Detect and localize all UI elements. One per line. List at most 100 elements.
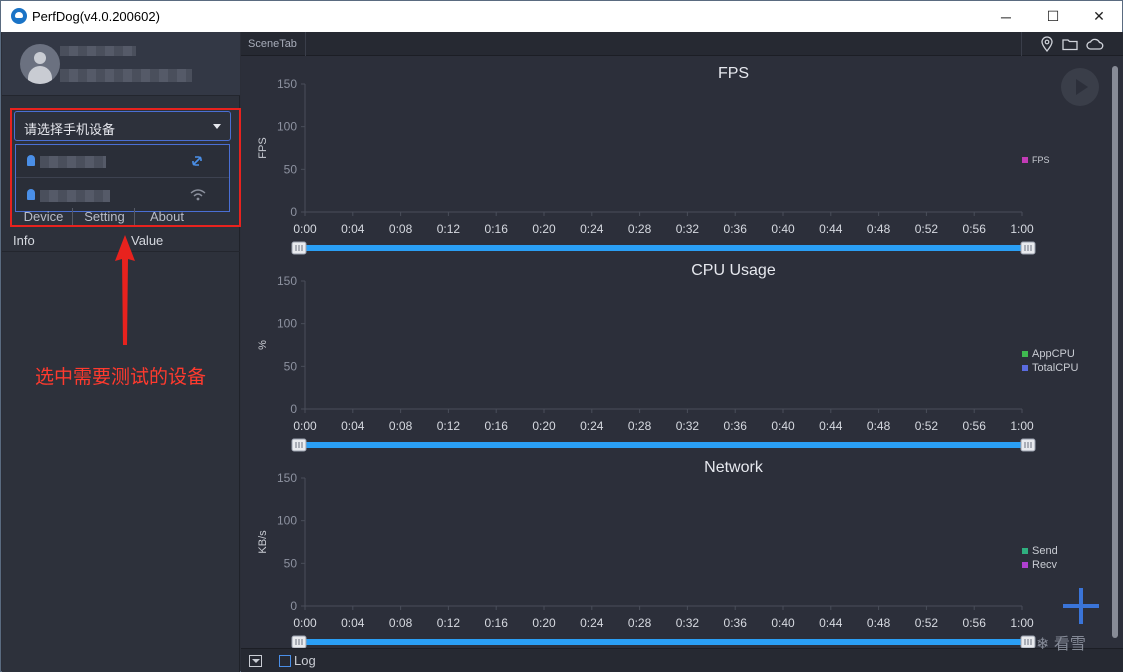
legend-swatch [1022,351,1028,357]
x-tick-label: 0:00 [293,419,317,433]
annotation-arrow [115,235,135,345]
x-tick-label: 0:28 [628,222,652,236]
close-button[interactable]: ✕ [1076,1,1122,32]
x-tick-label: 0:36 [724,419,748,433]
play-button[interactable] [1061,68,1099,106]
x-tick-label: 0:44 [819,419,843,433]
x-tick-label: 0:08 [389,419,413,433]
x-tick-label: 0:08 [389,616,413,630]
avatar-head [34,52,46,64]
x-tick-label: 0:24 [580,616,604,630]
x-tick-label: 0:56 [963,616,987,630]
legend-swatch [1022,157,1028,163]
x-tick-label: 0:48 [867,222,891,236]
time-range-slider [299,639,1028,645]
time-range-slider [299,442,1028,448]
annotation-text: 选中需要测试的设备 [35,367,207,388]
x-tick-label: 0:40 [771,222,795,236]
y-tick-label: 0 [290,599,297,613]
location-pin-icon[interactable] [1039,36,1055,52]
x-tick-label: 1:00 [1010,616,1034,630]
x-tick-label: 0:32 [676,616,700,630]
collapse-toggle-button[interactable] [249,655,262,667]
chart-title: CPU Usage [691,262,776,279]
x-tick-label: 0:12 [437,222,461,236]
user-profile [2,32,240,96]
x-tick-label: 0:28 [628,419,652,433]
y-tick-label: 100 [277,514,297,528]
legend-label: AppCPU [1032,348,1075,360]
scrollbar-thumb[interactable] [1112,66,1118,638]
log-checkbox[interactable] [279,655,291,667]
avatar[interactable] [20,44,60,84]
y-tick-label: 50 [284,359,298,373]
y-tick-label: 0 [290,205,297,219]
y-tick-label: 100 [277,120,297,134]
x-tick-label: 0:04 [341,419,365,433]
y-axis-label: FPS [257,137,269,158]
scene-tab-bar: SceneTab [241,32,1123,56]
legend-swatch [1022,562,1028,568]
x-tick-label: 0:12 [437,616,461,630]
y-axis-label: % [257,340,269,350]
window-title: PerfDog(v4.0.200602) [32,9,160,24]
toolbar-divider [1021,32,1022,56]
x-tick-label: 0:48 [867,419,891,433]
x-tick-label: 0:12 [437,419,461,433]
x-tick-label: 1:00 [1010,419,1034,433]
x-tick-label: 0:56 [963,222,987,236]
charts-area: FPS 150 100 50 0 FPS 0:00 0:04 0:08 0:12 0:16 0:20 0… [257,65,1079,648]
folder-icon[interactable] [1062,36,1078,52]
x-tick-label: 0:36 [724,222,748,236]
legend-label: FPS [1032,155,1050,165]
x-tick-label: 0:16 [485,616,509,630]
username-redacted [60,46,136,56]
y-tick-label: 150 [277,274,297,288]
x-tick-label: 0:16 [485,419,509,433]
legend-swatch [1022,365,1028,371]
main-panel: SceneTab FPS 150 100 50 0 FPS 0:00 0:04 0:08 0:12… [241,32,1123,672]
x-tick-label: 0:32 [676,419,700,433]
y-tick-label: 150 [277,77,297,91]
x-tick-label: 0:20 [532,616,556,630]
x-tick-label: 0:00 [293,222,317,236]
annotation-highlight-box [10,108,241,227]
x-tick-label: 0:36 [724,616,748,630]
legend-label: TotalCPU [1032,362,1079,374]
x-tick-label: 0:08 [389,222,413,236]
x-tick-label: 0:52 [915,616,939,630]
value-column-header: Value [131,233,164,248]
x-tick-label: 0:00 [293,616,317,630]
x-tick-label: 0:52 [915,222,939,236]
x-tick-label: 0:04 [341,222,365,236]
time-range-slider [299,245,1028,251]
y-tick-label: 50 [284,162,298,176]
x-tick-label: 0:32 [676,222,700,236]
minimize-button[interactable]: ─ [983,1,1029,32]
scene-tab[interactable]: SceneTab [241,32,306,56]
chart-title: Network [704,459,764,476]
chart-title: FPS [718,65,749,82]
x-tick-label: 0:04 [341,616,365,630]
account-redacted [60,69,192,82]
x-tick-label: 1:00 [1010,222,1034,236]
x-tick-label: 0:40 [771,419,795,433]
legend-label: Send [1032,545,1058,557]
info-column-header: Info [13,233,35,248]
x-tick-label: 0:20 [532,222,556,236]
x-tick-label: 0:24 [580,222,604,236]
y-axis-label: KB/s [257,530,269,554]
vertical-scrollbar[interactable] [1108,56,1122,648]
y-tick-label: 0 [290,402,297,416]
x-tick-label: 0:56 [963,419,987,433]
x-tick-label: 0:20 [532,419,556,433]
y-tick-label: 100 [277,317,297,331]
maximize-button[interactable]: ☐ [1030,1,1076,32]
title-bar: PerfDog(v4.0.200602) ─ ☐ ✕ [1,1,1122,32]
x-tick-label: 0:52 [915,419,939,433]
x-tick-label: 0:44 [819,222,843,236]
add-button[interactable] [1063,588,1099,624]
x-tick-label: 0:24 [580,419,604,433]
cloud-icon[interactable] [1086,36,1104,52]
watermark-text: 看雪 [1053,636,1086,653]
